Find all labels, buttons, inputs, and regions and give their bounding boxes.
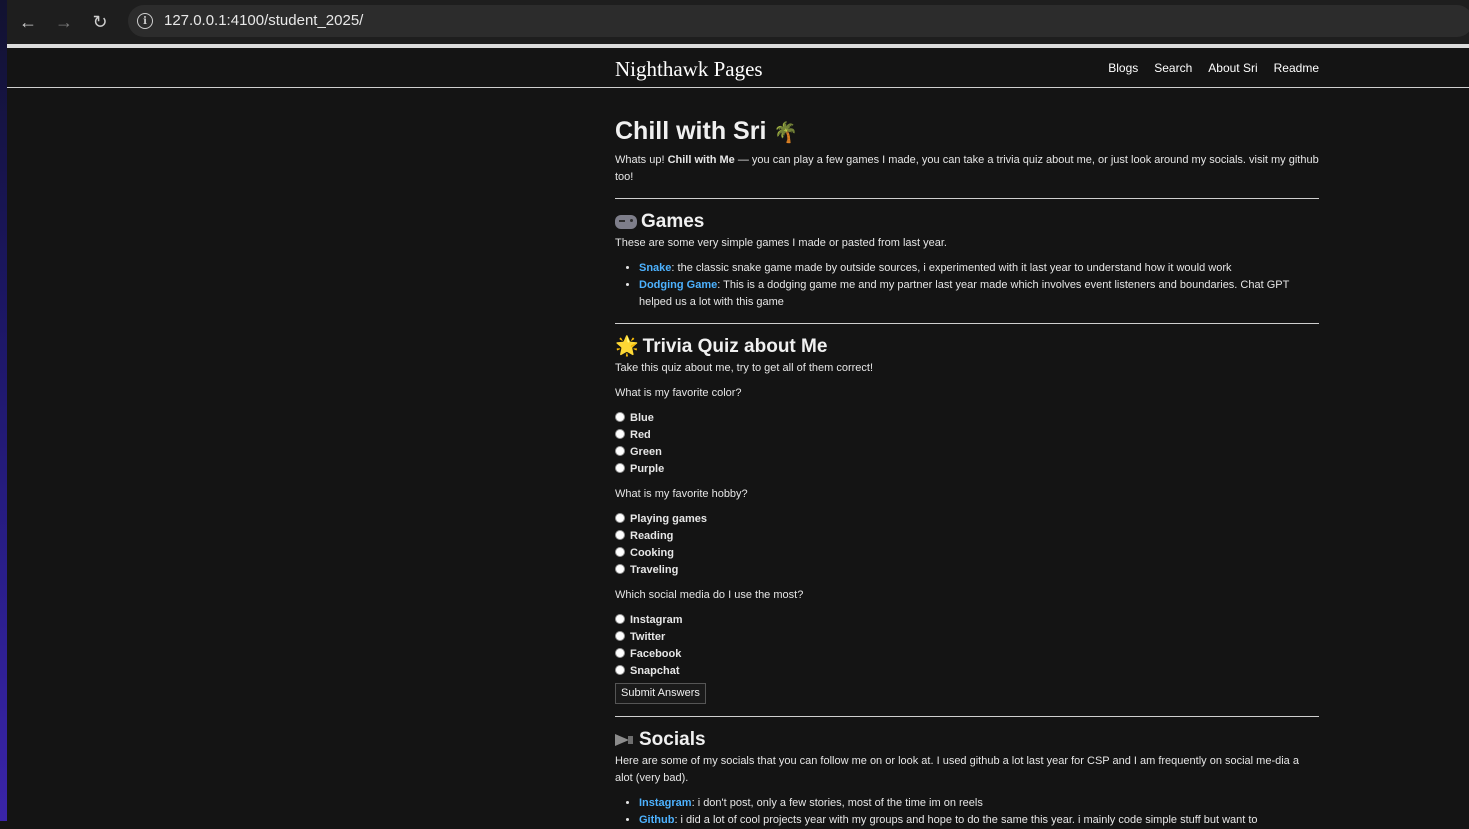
radio-button[interactable]: [615, 546, 625, 557]
back-button[interactable]: ←: [16, 10, 40, 34]
option-label: Reading: [630, 530, 674, 542]
reload-icon: ↻: [92, 11, 108, 32]
option-label: Traveling: [630, 564, 679, 576]
radio-button[interactable]: [615, 664, 625, 675]
games-list: Snake: the classic snake game made by ou…: [615, 260, 1319, 311]
option-label: Facebook: [630, 648, 682, 660]
option-label: Cooking: [630, 547, 674, 559]
quiz-question-3: Which social media do I use the most? In…: [615, 587, 1319, 680]
list-item-text: : This is a dodging game me and my partn…: [639, 279, 1290, 308]
quiz-heading: 🌟 Trivia Quiz about Me: [615, 334, 1319, 360]
page-title: Chill with Sri 🌴: [615, 114, 1319, 150]
quiz-question-2: What is my favorite hobby? Playing games…: [615, 486, 1319, 579]
quiz-option[interactable]: Blue: [615, 410, 1319, 427]
instagram-link[interactable]: Instagram: [639, 797, 692, 809]
game-controller-icon: [615, 215, 637, 229]
desktop-edge: [0, 0, 7, 821]
question-text: What is my favorite hobby?: [615, 488, 748, 500]
site-nav: Blogs Search About Sri Readme: [1108, 61, 1319, 75]
quiz-option[interactable]: Traveling: [615, 562, 1319, 579]
socials-description: Here are some of my socials that you can…: [615, 755, 1299, 784]
star-icon: 🌟: [615, 336, 639, 357]
site-info-icon[interactable]: i: [137, 13, 153, 29]
list-item-text: : i don't post, only a few stories, most…: [691, 797, 983, 809]
radio-button[interactable]: [615, 445, 625, 456]
snake-link[interactable]: Snake: [639, 262, 671, 274]
radio-button[interactable]: [615, 462, 625, 473]
option-label: Instagram: [630, 614, 683, 626]
quiz-option[interactable]: Facebook: [615, 646, 1319, 663]
reload-button[interactable]: ↻: [88, 10, 112, 34]
socials-heading: Socials: [615, 727, 1319, 753]
nav-link-search[interactable]: Search: [1154, 61, 1192, 75]
browser-toolbar: ← → ↻ i 127.0.0.1:4100/student_2025/: [7, 0, 1469, 44]
radio-button[interactable]: [615, 428, 625, 439]
option-label: Snapchat: [630, 665, 680, 677]
quiz-option[interactable]: Twitter: [615, 629, 1319, 646]
option-label: Green: [630, 446, 662, 458]
list-item: Snake: the classic snake game made by ou…: [639, 260, 1319, 277]
nav-link-blogs[interactable]: Blogs: [1108, 61, 1138, 75]
url-text[interactable]: 127.0.0.1:4100/student_2025/: [164, 12, 363, 29]
list-item: Dodging Game: This is a dodging game me …: [639, 277, 1319, 311]
list-item-text: : i did a lot of cool projects year with…: [674, 814, 1258, 826]
web-page: Nighthawk Pages Blogs Search About Sri R…: [7, 48, 1469, 826]
quiz-option[interactable]: Snapchat: [615, 663, 1319, 680]
quiz-option[interactable]: Green: [615, 444, 1319, 461]
radio-button[interactable]: [615, 613, 625, 624]
socials-heading-text: Socials: [639, 729, 706, 750]
address-bar[interactable]: i 127.0.0.1:4100/student_2025/: [128, 5, 1469, 37]
question-text: What is my favorite color?: [615, 387, 742, 399]
nav-link-readme[interactable]: Readme: [1274, 61, 1319, 75]
intro-text-bold: Chill with Me: [667, 154, 735, 166]
quiz-heading-text: Trivia Quiz about Me: [642, 336, 828, 357]
quiz-description: Take this quiz about me, try to get all …: [615, 362, 874, 374]
dodging-game-link[interactable]: Dodging Game: [639, 279, 717, 291]
nav-link-about[interactable]: About Sri: [1208, 61, 1257, 75]
intro-text: Whats up! Chill with Me — you can play a…: [615, 152, 1319, 186]
submit-answers-button[interactable]: Submit Answers: [615, 683, 706, 704]
quiz-option[interactable]: Cooking: [615, 545, 1319, 562]
radio-button[interactable]: [615, 630, 625, 641]
list-item-text: : the classic snake game made by outside…: [671, 262, 1232, 274]
quiz-option[interactable]: Red: [615, 427, 1319, 444]
option-label: Playing games: [630, 513, 708, 525]
main-content: Chill with Sri 🌴 Whats up! Chill with Me…: [615, 114, 1319, 829]
question-text: Which social media do I use the most?: [615, 589, 804, 601]
option-label: Purple: [630, 463, 665, 475]
github-link[interactable]: Github: [639, 814, 674, 826]
quiz-option[interactable]: Playing games: [615, 511, 1319, 528]
forward-button[interactable]: →: [52, 10, 76, 34]
megaphone-icon: [615, 732, 635, 748]
back-arrow-icon: ←: [19, 11, 37, 32]
radio-button[interactable]: [615, 563, 625, 574]
socials-list: Instagram: i don't post, only a few stor…: [615, 795, 1319, 829]
quiz-question-1: What is my favorite color? Blue Red Gree…: [615, 385, 1319, 478]
site-header: Nighthawk Pages Blogs Search About Sri R…: [7, 48, 1469, 88]
palm-tree-icon: 🌴: [773, 122, 799, 144]
divider: [615, 198, 1319, 199]
site-title[interactable]: Nighthawk Pages: [615, 57, 763, 82]
intro-text-start: Whats up!: [615, 154, 668, 166]
radio-button[interactable]: [615, 411, 625, 422]
list-item: Instagram: i don't post, only a few stor…: [639, 795, 1319, 812]
page-title-text: Chill with Sri: [615, 117, 767, 145]
quiz-option[interactable]: Instagram: [615, 612, 1319, 629]
divider: [615, 716, 1319, 717]
radio-button[interactable]: [615, 647, 625, 658]
radio-button[interactable]: [615, 512, 625, 523]
option-label: Blue: [630, 412, 654, 424]
games-heading-text: Games: [641, 211, 705, 232]
games-description: These are some very simple games I made …: [615, 237, 947, 249]
divider: [615, 323, 1319, 324]
radio-button[interactable]: [615, 529, 625, 540]
quiz-option[interactable]: Reading: [615, 528, 1319, 545]
games-heading: Games: [615, 209, 1319, 235]
forward-arrow-icon: →: [55, 11, 73, 32]
quiz-option[interactable]: Purple: [615, 461, 1319, 478]
option-label: Twitter: [630, 631, 666, 643]
option-label: Red: [630, 429, 651, 441]
